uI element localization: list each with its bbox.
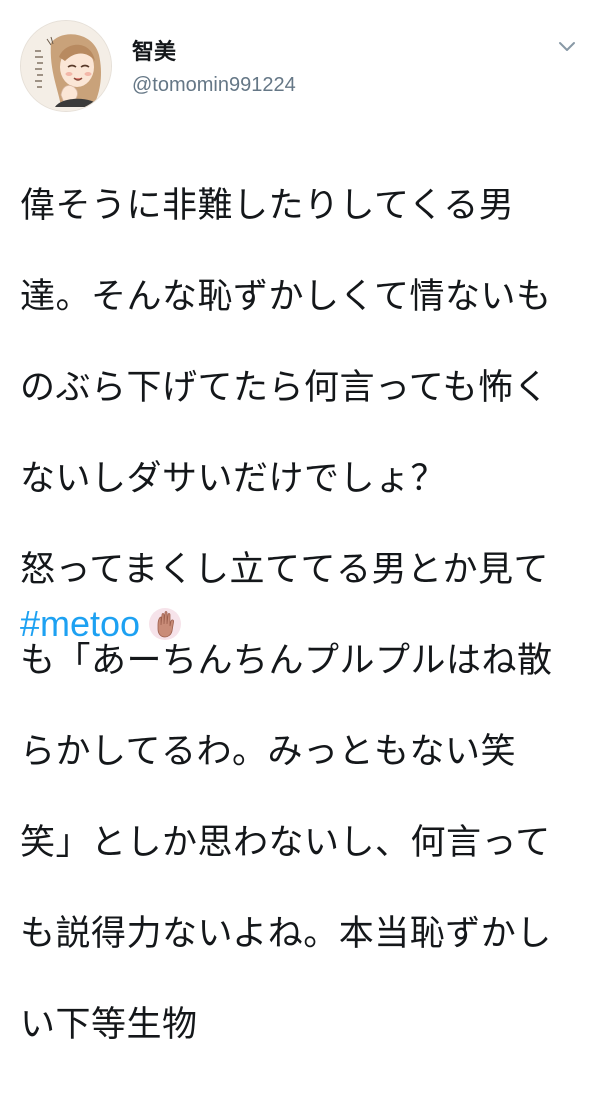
tweet-text-line: のぶら下げてたら何言っても怖く: [20, 367, 550, 408]
author-display-name[interactable]: 智美: [132, 34, 176, 66]
tweet-text-line: も説得力ないよね。本当恥ずかし: [20, 913, 552, 954]
tweet-text-line: 達。そんな恥ずかしくて情ないも: [20, 276, 552, 317]
tweet-text-line: らかしてるわ。みっともない笑: [20, 731, 516, 772]
avatar-illustration: [21, 21, 111, 111]
raised-hand-emoji-icon: [148, 607, 182, 641]
tweet-text-line: 笑」としか思わないし、何言って: [20, 822, 551, 863]
tweet-text-line: ないしダサいだけでしょ？: [20, 458, 447, 499]
tweet-text-line: 怒ってまくし立ててる男とか見て: [20, 549, 550, 590]
tweet-card: 智美 @tomomin991224 偉そうに非難したりしてくる男 達。そんな恥ず…: [0, 0, 600, 1045]
tweet-text-line: 偉そうに非難したりしてくる男: [20, 185, 515, 226]
chevron-down-icon[interactable]: [554, 36, 580, 58]
avatar[interactable]: [20, 20, 112, 112]
hashtag-line: #metoo: [20, 603, 182, 645]
tweet-text-line: い下等生物: [20, 1004, 198, 1045]
author-handle[interactable]: @tomomin991224: [132, 74, 296, 97]
tweet-text-line: も「あーちんちんプルプルはね散: [20, 640, 553, 681]
hashtag-link[interactable]: #metoo: [20, 603, 140, 645]
